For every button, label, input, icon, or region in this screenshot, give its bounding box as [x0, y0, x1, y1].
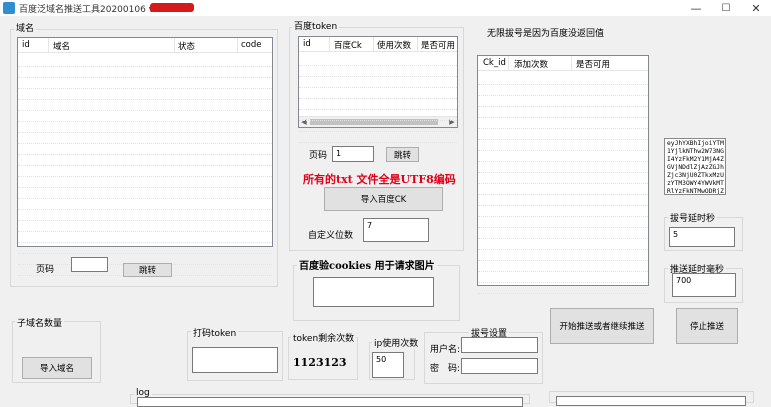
import-domain-button[interactable]: 导入域名 — [22, 357, 92, 379]
token-left-label: token剩余次数 — [291, 331, 357, 344]
dial-wait-label: 拔号延时秒 — [668, 211, 718, 224]
stop-push-button[interactable]: 停止推送 — [676, 308, 738, 344]
custom-pos-input[interactable]: 7 — [363, 218, 429, 242]
ip-usage-input[interactable]: 50 — [372, 352, 404, 378]
captcha-input[interactable] — [192, 347, 278, 373]
domain-list[interactable]: id 域名 状态 code — [17, 37, 273, 276]
list-row — [299, 131, 457, 143]
username-label: 用户名: — [430, 345, 461, 355]
col-status[interactable]: 状态 — [178, 40, 195, 52]
password-label: 密 码: — [430, 364, 461, 374]
token-text-box[interactable]: eyJhYXBhIjoiYTM 1YjlkNThw2W73NG I4YzFkM2… — [664, 138, 726, 195]
col-available[interactable]: 是否可用 — [421, 39, 455, 51]
token-left-value: 1123123 — [293, 356, 347, 369]
token-jump-button[interactable]: 跳转 — [386, 147, 419, 162]
domain-group-label: 域名 — [14, 21, 37, 34]
col-use-count[interactable]: 使用次数 — [377, 39, 411, 51]
redacted-author — [150, 3, 194, 12]
log-textarea[interactable] — [137, 397, 523, 407]
col-token-id[interactable]: id — [303, 39, 311, 49]
col-unlimited-available[interactable]: 是否可用 — [576, 58, 610, 70]
token-list[interactable]: id 百度Ck 使用次数 是否可用 ◀ ▶ — [298, 36, 458, 143]
unlimited-list-header: Ck_id 添加次数 是否可用 — [478, 56, 648, 71]
import-ck-button[interactable]: 导入百度CK — [324, 187, 443, 211]
captcha-label: 打码token — [191, 326, 239, 339]
dial-wait-input[interactable]: 5 — [669, 227, 735, 247]
col-add-count[interactable]: 添加次数 — [514, 58, 548, 70]
unlimited-caption: 无限拔号是因为百度没返回值 — [487, 29, 605, 39]
maximize-icon[interactable]: ☐ — [711, 0, 741, 16]
col-code[interactable]: code — [241, 40, 262, 50]
password-input[interactable] — [461, 358, 538, 374]
list-row — [478, 282, 648, 294]
domain-page-label: 页码 — [36, 265, 55, 275]
subdomain-label: 子域名数量 — [15, 316, 65, 329]
push-delay-input[interactable]: 700 — [672, 273, 736, 297]
app-icon — [3, 2, 15, 14]
col-id[interactable]: id — [22, 40, 30, 50]
cookies-input[interactable] — [313, 277, 434, 307]
token-page-label: 页码 — [309, 151, 328, 161]
token-page-input[interactable]: 1 — [332, 146, 374, 162]
col-domain[interactable]: 域名 — [53, 40, 70, 52]
token-group-label: 百度token — [292, 19, 340, 32]
close-icon[interactable]: ✕ — [741, 0, 771, 16]
bottom-right-textarea[interactable] — [556, 396, 746, 406]
domain-list-header: id 域名 状态 code — [18, 38, 272, 53]
unlimited-list[interactable]: Ck_id 添加次数 是否可用 — [477, 55, 649, 294]
token-list-header: id 百度Ck 使用次数 是否可用 — [299, 37, 457, 52]
cookies-group-label: 百度验cookies 用于请求图片 — [297, 257, 437, 272]
domain-page-input[interactable] — [71, 257, 108, 272]
custom-pos-label: 自定义位数 — [308, 231, 354, 241]
username-input[interactable] — [461, 337, 538, 353]
utf8-notice: 所有的txt 文件全是UTF8编码 — [303, 173, 456, 186]
col-ck-id[interactable]: Ck_id — [483, 58, 506, 68]
start-push-button[interactable]: 开始推送或者继续推送 — [550, 308, 654, 344]
ip-usage-label: ip使用次数 — [372, 336, 421, 349]
minimize-icon[interactable]: — — [681, 0, 711, 16]
col-baidu-ck[interactable]: 百度Ck — [334, 39, 362, 51]
domain-jump-button[interactable]: 跳转 — [123, 263, 172, 277]
